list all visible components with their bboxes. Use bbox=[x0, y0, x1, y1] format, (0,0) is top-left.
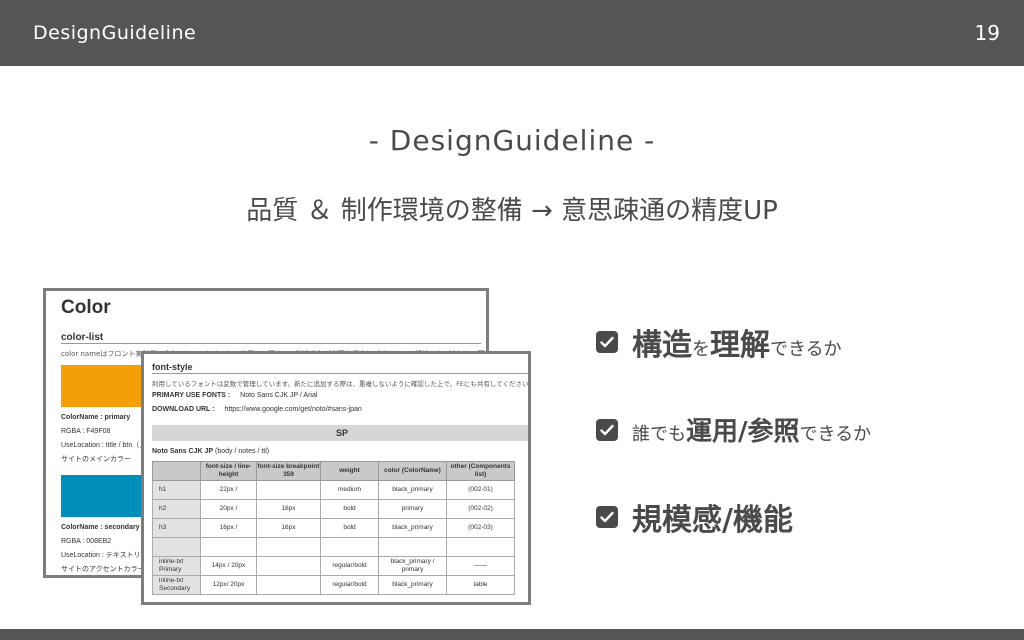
table-cell: h2 bbox=[152, 499, 201, 519]
checklist-text: 誰でも運用/参照できるか bbox=[632, 411, 871, 448]
footer-bar bbox=[0, 629, 1024, 640]
download-url-label: DOWNLOAD URL : bbox=[152, 406, 215, 413]
download-url-value: https://www.google.com/get/noto/#sans-jp… bbox=[224, 406, 362, 413]
table-cell: bold bbox=[320, 518, 379, 538]
table-cell: 20px / bbox=[200, 499, 257, 519]
table-row: h2 20px /18px bold primary (002-02) bbox=[152, 499, 515, 519]
divider bbox=[61, 343, 481, 344]
color-card-title: Color bbox=[61, 297, 111, 318]
table-cell bbox=[152, 537, 201, 557]
checklist-text-part: 構造 bbox=[632, 328, 692, 363]
color-card-subtitle: color-list bbox=[61, 332, 104, 343]
table-cell: medium bbox=[320, 480, 379, 500]
table-cell: —— bbox=[446, 556, 515, 576]
checkbox-checked-icon bbox=[596, 331, 618, 353]
table-cell: inline-txt Secondary bbox=[152, 575, 201, 595]
table-cell bbox=[378, 537, 447, 557]
table-cell: 16px bbox=[256, 518, 321, 538]
table-cell: primary bbox=[378, 499, 447, 519]
table-cell: black_primary bbox=[378, 518, 447, 538]
column-header: color (ColorName) bbox=[378, 461, 447, 481]
font-style-table: font-size / line-height font-size breakp… bbox=[152, 461, 515, 595]
download-url-line: DOWNLOAD URL : https://www.google.com/ge… bbox=[152, 406, 362, 413]
checklist-text: 構造を理解できるか bbox=[632, 320, 842, 364]
table-cell: (002-02) bbox=[446, 499, 515, 519]
table-cell bbox=[256, 556, 321, 576]
table-cell bbox=[256, 575, 321, 595]
table-cell: (002-01) bbox=[446, 480, 515, 500]
checklist-text-part: 誰でも bbox=[632, 424, 686, 445]
table-row: h3 16px /16px bold black_primary (002-03) bbox=[152, 518, 515, 538]
table-cell: black_primary bbox=[378, 480, 447, 500]
page-number: 19 bbox=[974, 21, 1000, 45]
font-card-title: font-style bbox=[152, 362, 193, 372]
checklist-text-part: できるか bbox=[770, 339, 842, 360]
table-row: h1 22px / medium black_primary (002-01) bbox=[152, 480, 515, 500]
table-cell: table bbox=[446, 575, 515, 595]
table-row bbox=[152, 537, 515, 557]
table-header-row: font-size / line-height font-size breakp… bbox=[152, 461, 515, 481]
checklist-item-structure: 構造を理解できるか bbox=[596, 320, 842, 364]
checklist-text-part: できるか bbox=[799, 424, 872, 445]
slide-title: - DesignGuideline - bbox=[368, 124, 656, 157]
table-cell: 12px/ 20px bbox=[200, 575, 257, 595]
table-cell: h3 bbox=[152, 518, 201, 538]
checkbox-checked-icon bbox=[596, 418, 618, 441]
table-cell: h1 bbox=[152, 480, 201, 500]
checklist-text-part: を bbox=[692, 339, 710, 360]
table-cell: black_primary bbox=[378, 575, 447, 595]
primary-fonts-line: PRIMARY USE FONTS : Noto Sans CJK JP / A… bbox=[152, 392, 317, 399]
font-family-name: Noto Sans CJK JP bbox=[152, 448, 214, 455]
table-cell: 16px / bbox=[200, 518, 257, 538]
checklist-text-part: 理解 bbox=[710, 328, 770, 363]
column-header bbox=[152, 461, 201, 481]
table-cell bbox=[446, 537, 515, 557]
primary-fonts-label: PRIMARY USE FONTS : bbox=[152, 392, 231, 399]
checklist-text-part: 規模感/機能 bbox=[632, 503, 793, 538]
table-cell: inline-txt Primary bbox=[152, 556, 201, 576]
slide-subtitle: 品質 ＆ 制作環境の整備 → 意思疎通の精度UP bbox=[246, 196, 778, 226]
sp-section-header: SP bbox=[152, 425, 528, 441]
table-row: inline-txt Primary 14px / 20px regular/bol… bbox=[152, 556, 515, 576]
checklist-item-operation: 誰でも運用/参照できるか bbox=[596, 411, 871, 448]
table-cell: 14px / 20px bbox=[200, 556, 257, 576]
font-card-description: 利用しているフォントは変数で管理しています。新たに追加する際は、重複しないように… bbox=[152, 380, 529, 388]
checklist-text: 規模感/機能 bbox=[632, 495, 793, 539]
checklist-item-scale: 規模感/機能 bbox=[596, 495, 793, 539]
table-cell: regular/bold bbox=[320, 556, 379, 576]
checkbox-checked-icon bbox=[596, 506, 618, 528]
table-cell bbox=[320, 537, 379, 557]
brand-title: DesignGuideline bbox=[33, 22, 197, 44]
table-cell bbox=[256, 480, 321, 500]
table-cell: 22px / bbox=[200, 480, 257, 500]
divider bbox=[152, 373, 528, 374]
primary-fonts-value: Noto Sans CJK JP / Arial bbox=[240, 392, 318, 399]
table-cell bbox=[200, 537, 257, 557]
column-header: weight bbox=[320, 461, 379, 481]
font-family-note: (body / notes / ttl) bbox=[215, 448, 270, 455]
table-row: inline-txt Secondary 12px/ 20px regular/bo… bbox=[152, 575, 515, 595]
table-cell: bold bbox=[320, 499, 379, 519]
table-cell: 18px bbox=[256, 499, 321, 519]
table-cell: black_primary / primary bbox=[378, 556, 447, 576]
column-header: other (Components list) bbox=[446, 461, 515, 481]
table-cell bbox=[256, 537, 321, 557]
checklist-text-part: 運用/参照 bbox=[686, 417, 800, 447]
header-bar: DesignGuideline 19 bbox=[0, 0, 1024, 66]
column-header: font-size breakpoint 359 bbox=[256, 461, 321, 481]
column-header: font-size / line-height bbox=[200, 461, 257, 481]
table-cell: regular/bold bbox=[320, 575, 379, 595]
table-cell: (002-03) bbox=[446, 518, 515, 538]
font-guideline-screenshot: font-style 利用しているフォントは変数で管理しています。新たに追加する… bbox=[141, 351, 531, 605]
font-family-line: Noto Sans CJK JP (body / notes / ttl) bbox=[152, 448, 269, 455]
